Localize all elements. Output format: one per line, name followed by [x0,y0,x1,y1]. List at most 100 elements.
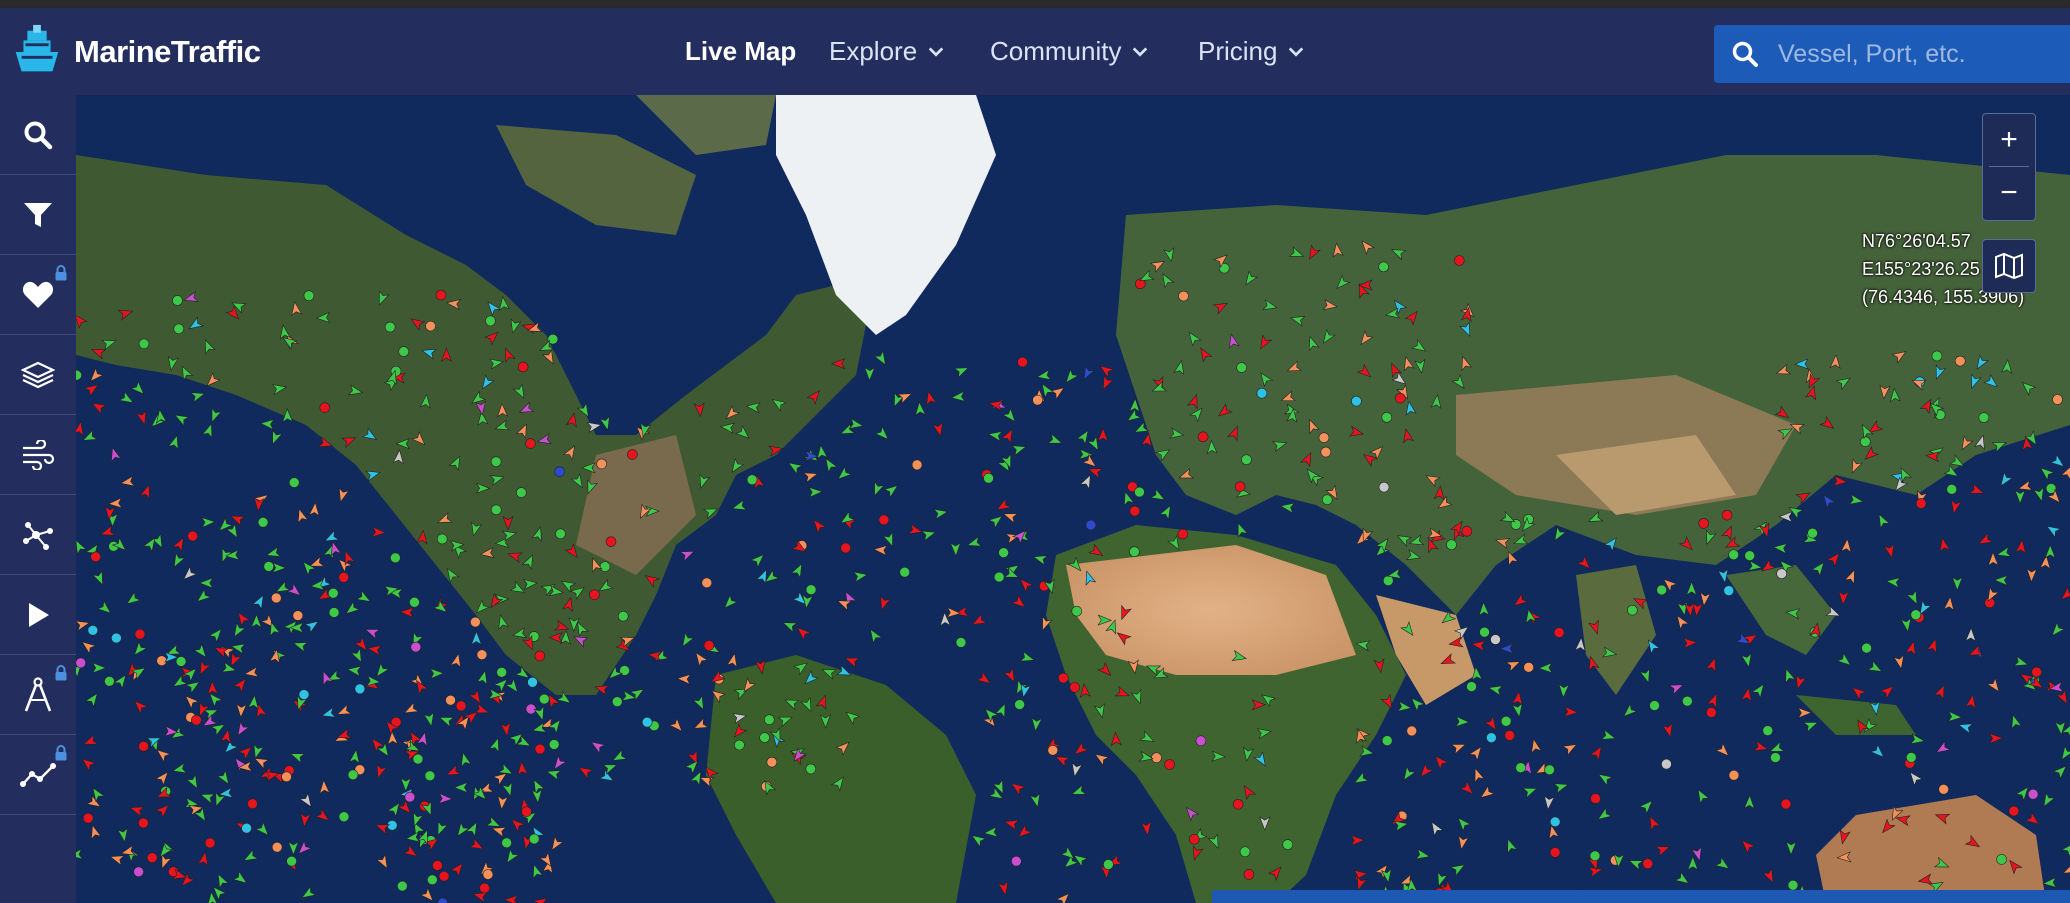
vessel-marker [1251,699,1267,711]
map-type-button[interactable] [1982,239,2036,293]
vessel-marker [488,737,500,753]
vessel-marker [1332,242,1344,258]
vessel-marker [1014,699,1025,710]
vessel-marker [1395,392,1406,404]
marinetraffic-logo[interactable]: MarineTraffic [8,22,261,82]
vessel-marker [949,542,962,557]
vessel-marker [1780,798,1792,810]
vessel-marker [405,831,421,843]
vessel-marker [1017,823,1033,838]
vessel-marker [1351,395,1362,407]
vessel-marker [733,723,748,738]
vessel-marker [997,880,1009,897]
vessel-marker [416,529,428,545]
vessel-marker [436,533,448,545]
vessel-marker [1968,482,1985,494]
vessel-marker [455,700,467,712]
vessel-marker [1001,407,1016,423]
vessel-marker [298,689,310,700]
sidebar-weather-button[interactable] [0,415,76,495]
vessel-marker [1839,829,1851,845]
vessel-marker [1698,518,1709,529]
vessel-marker [534,650,546,662]
sidebar-density-button[interactable] [0,495,76,575]
vessel-marker [1446,539,1457,551]
sidebar-layers-button[interactable] [0,335,76,415]
vessel-marker [1802,722,1819,733]
vessel-marker [1430,393,1442,409]
vessel-marker [899,566,911,578]
vessel-marker [802,472,819,484]
vessel-marker [193,643,207,658]
vessel-marker [1019,650,1035,662]
vessel-marker [1127,659,1139,675]
search-bar[interactable] [1714,25,2070,83]
sidebar-filter-button[interactable] [0,175,76,255]
search-icon [24,121,53,149]
vessel-marker [384,321,396,333]
sidebar-routes-button[interactable] [0,735,76,815]
vessel-marker [1988,732,2004,745]
vessel-marker [319,779,331,795]
vessel-marker [1102,374,1115,391]
vessel-marker [1869,700,1881,716]
vessel-marker [281,771,292,783]
vessel-marker [1396,535,1413,548]
nav-item-community[interactable]: Community [990,8,1149,95]
vessel-marker [1934,813,1951,825]
vessel-marker [1404,310,1418,326]
vessel-marker [92,787,106,803]
sidebar-search-button[interactable] [0,95,76,175]
vessel-marker [1706,693,1717,709]
vessel-marker [1163,247,1175,263]
sidebar-favorites-button[interactable] [0,255,76,335]
sidebar-playback-button[interactable] [0,575,76,655]
vessel-marker [813,519,827,535]
vessel-marker [1654,846,1671,857]
vessel-marker [476,669,488,686]
vessel-marker [1885,577,1901,589]
vessel-marker [1400,620,1414,636]
vessel-marker [76,848,84,860]
vessel-marker [1893,654,1905,670]
vessel-marker [555,528,566,540]
vessel-marker [173,552,186,568]
vessel-marker [376,763,388,779]
vessel-marker [1740,686,1752,703]
zoom-out-button[interactable]: − [1983,167,2035,219]
vessel-marker [998,547,1009,558]
vessel-marker [1097,427,1109,442]
live-map[interactable]: N76°26'04.57 E155°23'26.25 (76.4346, 155… [76,95,2070,903]
vessel-marker [517,361,529,373]
vessel-marker [534,743,546,755]
vessel-marker [511,627,528,639]
vessel-marker [1074,741,1090,755]
vessel-marker [1411,338,1427,352]
vessel-marker [314,807,330,822]
vessel-marker [1878,513,1891,530]
vessel-marker [1505,661,1521,673]
search-input[interactable] [1776,38,2060,70]
vessel-marker [939,611,951,627]
vessel-marker [1433,485,1445,501]
vessel-marker [1986,677,2000,693]
vessel-marker [392,449,404,465]
vessel-marker [1431,821,1444,837]
vessel-marker [1836,652,1852,666]
vessel-marker [1895,476,1909,492]
vessel-marker [1010,594,1026,608]
vessel-marker [243,666,260,678]
vessel-marker [533,778,546,795]
vessel-marker [1576,555,1591,570]
nav-item-live-map[interactable]: Live Map [685,8,796,95]
vessel-marker [1819,415,1835,429]
sidebar-measure-button[interactable] [0,655,76,735]
nav-item-pricing[interactable]: Pricing [1198,8,1305,95]
vessel-marker [2040,467,2055,482]
vessel-marker [731,457,745,473]
nav-item-explore[interactable]: Explore [829,8,945,95]
vessel-marker [800,696,812,713]
zoom-in-button[interactable]: + [1983,114,2035,166]
vessel-marker [507,552,523,564]
vessel-marker [2027,788,2039,800]
